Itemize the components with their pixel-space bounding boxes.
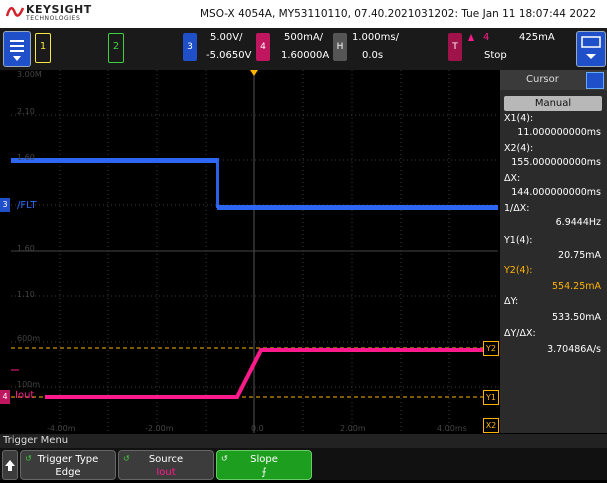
ch3-scale: 5.00V/ xyxy=(210,32,243,43)
acquisition-state: Stop xyxy=(484,50,507,61)
zoom-icon xyxy=(581,36,601,59)
x2-label: X2(4): xyxy=(504,143,534,154)
keysight-wave-icon xyxy=(6,7,24,17)
time-axis-label: 4.00ms xyxy=(437,424,467,433)
brand-sub: TECHNOLOGIES xyxy=(26,15,81,22)
axis-label: 1.60 xyxy=(17,244,35,253)
trigger-button[interactable]: T xyxy=(448,33,462,61)
cursor-panel-title: Cursor xyxy=(526,74,559,85)
up-arrow-icon xyxy=(5,460,15,471)
softkey-label: Trigger Type xyxy=(37,454,99,465)
x1-value: 11.000000000ms xyxy=(517,127,601,138)
main-menu-button[interactable] xyxy=(3,31,31,67)
y1-value: 20.75mA xyxy=(558,250,601,261)
dydx-value: 3.70486A/s xyxy=(547,344,601,355)
horizontal-button[interactable]: H xyxy=(333,33,347,61)
channel-3-button[interactable]: 3 xyxy=(183,33,197,61)
ch3-offset: -5.0650V xyxy=(206,50,252,61)
slope-softkey[interactable]: ↺ Slope ⨍ xyxy=(216,450,312,480)
ch3-fault-label: /FLT xyxy=(17,200,37,211)
x2-cursor-tag[interactable]: X2 xyxy=(483,418,499,433)
softkey-value: Iout xyxy=(156,467,176,478)
trigger-type-softkey[interactable]: ↺ Trigger Type Edge xyxy=(20,450,116,480)
x1-label: X1(4): xyxy=(504,113,534,124)
trigger-slope-icon xyxy=(468,34,474,41)
menu-title: Trigger Menu xyxy=(0,434,607,448)
dy-value: 533.50mA xyxy=(552,312,601,323)
graticule xyxy=(11,70,498,433)
cursor-panel-header: Cursor xyxy=(500,70,607,90)
axis-label: 600m xyxy=(17,334,41,343)
softkey-label: Slope xyxy=(250,454,278,465)
softkey-value: Edge xyxy=(55,467,81,478)
softkey-value: ⨍ xyxy=(261,467,267,478)
y2-value: 554.25mA xyxy=(552,281,601,292)
softkey-label: Source xyxy=(148,454,184,465)
title-bar: KEYSIGHT TECHNOLOGIES MSO-X 4054A, MY531… xyxy=(0,0,607,28)
channel-bar: 1 2 3 5.00V/ -5.0650V 4 500mA/ 1.60000A … xyxy=(0,28,607,70)
source-softkey[interactable]: ↺ Source Iout xyxy=(118,450,214,480)
chevron-down-icon xyxy=(13,56,21,61)
y1-cursor-tag[interactable]: Y1 xyxy=(483,390,499,405)
panel-layout-icon[interactable] xyxy=(586,72,604,89)
inv-dx-value: 6.9444Hz xyxy=(555,217,601,228)
instrument-info: MSO-X 4054A, MY53110110, 07.40.202103120… xyxy=(200,8,597,20)
x2-value: 155.000000000ms xyxy=(511,157,601,168)
ch3-ground-marker[interactable]: 3 xyxy=(0,198,10,212)
trigger-source: 4 xyxy=(483,32,490,43)
time-axis-label: 2.00m xyxy=(340,424,366,433)
ch4-offset: 1.60000A xyxy=(281,50,330,61)
trigger-position-marker xyxy=(250,70,258,76)
axis-label: 2.10 xyxy=(17,107,35,116)
y2-label: Y2(4): xyxy=(504,265,533,276)
channel-4-trace xyxy=(45,348,491,399)
dx-value: 144.000000000ms xyxy=(511,187,601,198)
ch4-scale: 500mA/ xyxy=(284,32,324,43)
inv-dx-label: 1/ΔX: xyxy=(504,203,530,214)
iout-label: Iout xyxy=(15,390,35,401)
time-axis-label: 0.0 xyxy=(251,424,264,433)
y1-label: Y1(4): xyxy=(504,235,533,246)
dydx-label: ΔY/ΔX: xyxy=(504,328,536,339)
time-scale: 1.000ms/ xyxy=(352,32,399,43)
y2-cursor-tag[interactable]: Y2 xyxy=(483,341,499,356)
trigger-level: 425mA xyxy=(519,32,555,43)
dx-label: ΔX: xyxy=(504,173,521,184)
cursor-mode-button[interactable]: Manual xyxy=(504,96,602,111)
time-delay: 0.0s xyxy=(362,50,384,61)
cursor-panel: Cursor Manual X1(4): 11.000000000ms X2(4… xyxy=(500,70,607,433)
channel-1-button[interactable]: 1 xyxy=(35,33,51,63)
time-axis-label: -2.00m xyxy=(145,424,174,433)
touch-toggle-button[interactable] xyxy=(576,31,606,67)
dy-label: ΔY: xyxy=(504,296,519,307)
ch4-ground-marker[interactable]: 4 xyxy=(0,390,10,404)
back-button[interactable] xyxy=(2,450,18,480)
axis-label: 3.00M xyxy=(17,70,42,79)
softkey-bar: ↺ Trigger Type Edge ↺ Source Iout ↺ Slop… xyxy=(0,448,607,480)
time-axis-label: -4.00m xyxy=(47,424,76,433)
axis-label: 100m xyxy=(17,380,41,389)
channel-2-button[interactable]: 2 xyxy=(108,33,124,63)
axis-label: 1.60 xyxy=(17,153,35,162)
channel-4-button[interactable]: 4 xyxy=(256,33,270,61)
keysight-logo: KEYSIGHT TECHNOLOGIES xyxy=(6,3,116,25)
axis-label: 1.10 xyxy=(17,290,35,299)
waveform-display[interactable]: 3.00M 2.10 1.60 /FLT 1.60 1.10 600m 100m… xyxy=(11,70,499,433)
